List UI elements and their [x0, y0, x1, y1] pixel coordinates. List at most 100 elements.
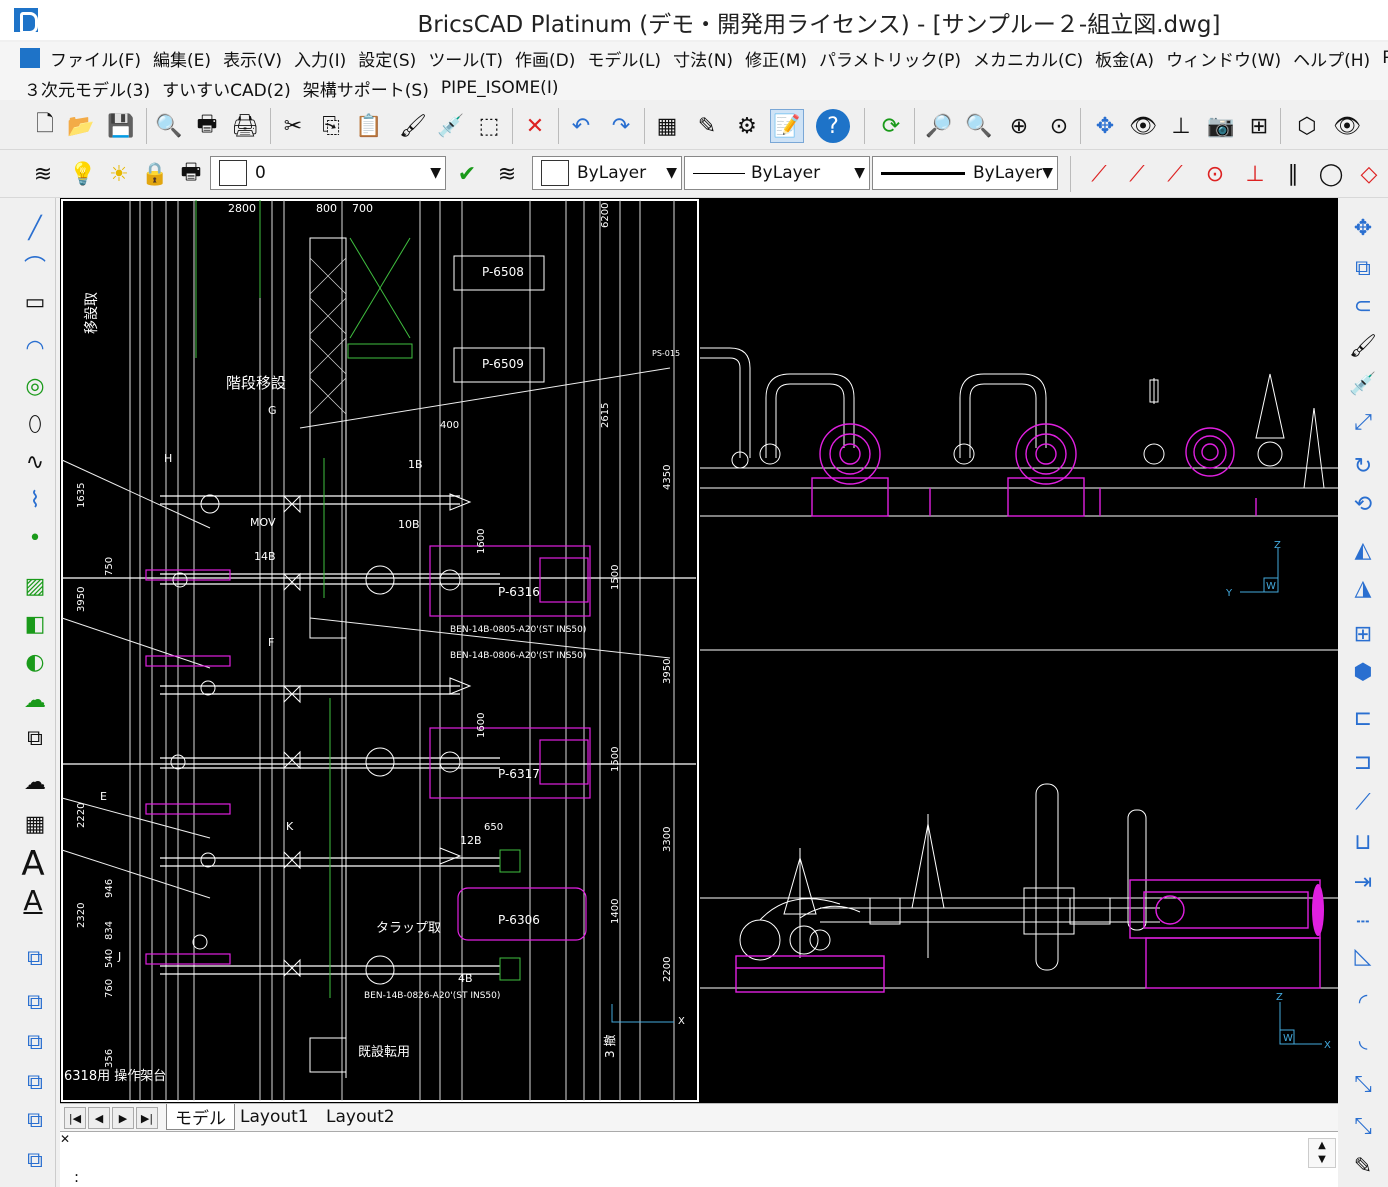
ole-object-icon[interactable]: ⧉	[16, 1142, 54, 1178]
rectangle-tool-icon[interactable]: ▭	[16, 284, 54, 320]
pencil-edit-icon[interactable]: ✎	[1344, 1148, 1382, 1184]
snap-midpoint-icon[interactable]: ⟋	[1120, 157, 1154, 191]
menu-settings[interactable]: 設定(S)	[352, 46, 422, 71]
view-eye-icon[interactable]: 👁	[1126, 109, 1160, 143]
zoom-extents-icon[interactable]: ⊙	[1042, 109, 1076, 143]
menu-tools[interactable]: ツール(T)	[422, 46, 509, 71]
color-dropdown[interactable]: ByLayer ▼	[532, 156, 682, 190]
eraser-icon[interactable]: ✎	[690, 109, 724, 143]
command-history-scroll[interactable]: ▲ ▼	[1308, 1138, 1336, 1168]
linetype-dropdown[interactable]: ByLayer ▼	[684, 156, 870, 190]
menu-model[interactable]: モデル(L)	[581, 46, 667, 71]
array-icon[interactable]: ⊞	[1344, 616, 1382, 652]
menu-pipe-isome[interactable]: PIPE_ISOME(I)	[435, 78, 565, 98]
trim-icon[interactable]: ⊔	[1344, 824, 1382, 860]
layer-lock-icon[interactable]: 🔒	[138, 157, 172, 191]
cad-drawing[interactable]: 2800 800 700 P-6508 P-6509 P-6316 P-6317…	[60, 198, 1338, 1103]
menu-parametric[interactable]: パラメトリック(P)	[813, 46, 967, 71]
menu-dimension[interactable]: 寸法(N)	[667, 46, 739, 71]
ucs-icon[interactable]: ⊥	[1164, 109, 1198, 143]
eyedropper-icon[interactable]: 💉	[434, 109, 468, 143]
camera-icon[interactable]: 📷	[1204, 109, 1238, 143]
block-create-icon[interactable]: ⧉	[16, 984, 54, 1020]
explode-icon[interactable]: ⤡	[1344, 1066, 1382, 1102]
point-tool-icon[interactable]: •	[16, 520, 54, 556]
arc-tool-icon[interactable]: ◠	[16, 330, 54, 366]
mirror-icon[interactable]: ◭	[1344, 532, 1382, 568]
polyline-tool-icon[interactable]: ⌒	[16, 248, 54, 284]
document-menu-icon[interactable]	[20, 48, 40, 68]
spline-tool-icon[interactable]: ∿	[16, 444, 54, 480]
layer-plot-icon[interactable]: 🖶	[174, 157, 208, 191]
tab-layout1[interactable]: Layout1	[232, 1104, 317, 1130]
tab-layout2[interactable]: Layout2	[318, 1104, 403, 1130]
layer-thaw-sun-icon[interactable]: ☀	[102, 157, 136, 191]
rotate-icon[interactable]: ↻	[1344, 448, 1382, 484]
layer-previous-icon[interactable]: ≋	[490, 157, 524, 191]
menu-mechanical[interactable]: メカニカル(C)	[967, 46, 1089, 71]
menu-modify[interactable]: 修正(M)	[739, 46, 813, 71]
drawing-canvas[interactable]: 2800 800 700 P-6508 P-6509 P-6316 P-6317…	[60, 198, 1338, 1103]
properties-panel-icon[interactable]: 📝	[770, 109, 804, 143]
copy-objects-icon[interactable]: ⧉	[1344, 250, 1382, 286]
menu-edit[interactable]: 編集(E)	[147, 46, 217, 71]
layers-icon[interactable]: ≋	[26, 157, 60, 191]
menu-file[interactable]: ファイル(F)	[44, 46, 147, 71]
settings-icon[interactable]: ⚙	[730, 109, 764, 143]
drawing-explorer-icon[interactable]: ▦	[650, 109, 684, 143]
xref-icon[interactable]: ⧉	[16, 1024, 54, 1060]
menu-window[interactable]: ウィンドウ(W)	[1160, 46, 1287, 71]
delete-icon[interactable]: ✕	[518, 109, 552, 143]
match-properties-icon[interactable]: 🖌	[396, 109, 430, 143]
fillet-icon[interactable]: ◜	[1344, 984, 1382, 1020]
edit-polyline-icon[interactable]: ⤡	[1344, 1108, 1382, 1144]
region-tool-icon[interactable]: ◧	[16, 606, 54, 642]
table-tool-icon[interactable]: ▦	[16, 806, 54, 842]
cut-icon[interactable]: ✂	[276, 109, 310, 143]
regen-icon[interactable]: ⟳	[874, 109, 908, 143]
match-props-brush-icon[interactable]: 🖌	[1344, 328, 1382, 364]
rotate-3d-icon[interactable]: ⟲	[1344, 486, 1382, 522]
help-icon[interactable]: ?	[816, 109, 850, 143]
revision-cloud-icon[interactable]: ☁	[16, 764, 54, 800]
layer-dropdown[interactable]: 0 ▼	[210, 156, 446, 190]
save-icon[interactable]: 💾	[104, 109, 138, 143]
menu-3d-model[interactable]: ３次元モデル(3)	[18, 76, 156, 101]
snap-tangent-icon[interactable]: ◯	[1314, 157, 1348, 191]
command-input[interactable]	[84, 1172, 1284, 1187]
select-icon[interactable]: ⬚	[472, 109, 506, 143]
snap-intersection-icon[interactable]: ⟋	[1158, 157, 1192, 191]
snap-endpoint-icon[interactable]: ⟋	[1082, 157, 1116, 191]
offset-icon[interactable]: ⊂	[1344, 288, 1382, 324]
menu-draw[interactable]: 作画(D)	[509, 46, 581, 71]
join-icon[interactable]: ⇥	[1344, 864, 1382, 900]
pan-icon[interactable]: ✥	[1088, 109, 1122, 143]
redo-icon[interactable]: ↷	[604, 109, 638, 143]
zoom-in-icon[interactable]: 🔎	[922, 109, 956, 143]
3d-box-icon[interactable]: ⬡	[1290, 109, 1324, 143]
stretch-icon[interactable]: ⊐	[1344, 744, 1382, 780]
ellipse-tool-icon[interactable]: ⬯	[16, 406, 54, 442]
snap-quadrant-icon[interactable]: ◇	[1352, 157, 1386, 191]
tab-model[interactable]: モデル	[166, 1104, 235, 1130]
copy-icon[interactable]: ⎘	[314, 109, 348, 143]
close-icon[interactable]: ✕	[60, 1132, 74, 1146]
first-tab-icon[interactable]: |◀	[64, 1107, 86, 1129]
menu-frame-support[interactable]: 架構サポート(S)	[297, 76, 435, 101]
zoom-window-icon[interactable]: ⊕	[1002, 109, 1036, 143]
fillet-3d-icon[interactable]: ◟	[1344, 1022, 1382, 1058]
scale-icon[interactable]: ⤢	[1344, 404, 1382, 440]
block-insert-icon[interactable]: ⧉	[16, 940, 54, 976]
paste-icon[interactable]: 📋	[352, 109, 386, 143]
zoom-out-icon[interactable]: 🔍	[962, 109, 996, 143]
menu-suisui-cad[interactable]: すいすいCAD(2)	[156, 76, 297, 101]
attach-icon[interactable]: ⧉	[16, 1064, 54, 1100]
move-icon[interactable]: ✥	[1344, 210, 1382, 246]
plot-icon[interactable]: 🖨	[228, 109, 262, 143]
image-attach-icon[interactable]: ⧉	[16, 1102, 54, 1138]
menu-help[interactable]: ヘルプ(H)	[1287, 46, 1376, 71]
viewports-icon[interactable]: ⊞	[1242, 109, 1276, 143]
lineweight-dropdown[interactable]: ByLayer ▼	[872, 156, 1058, 190]
menu-view[interactable]: 表示(V)	[217, 46, 288, 71]
print-icon[interactable]: 🖶	[190, 109, 224, 143]
